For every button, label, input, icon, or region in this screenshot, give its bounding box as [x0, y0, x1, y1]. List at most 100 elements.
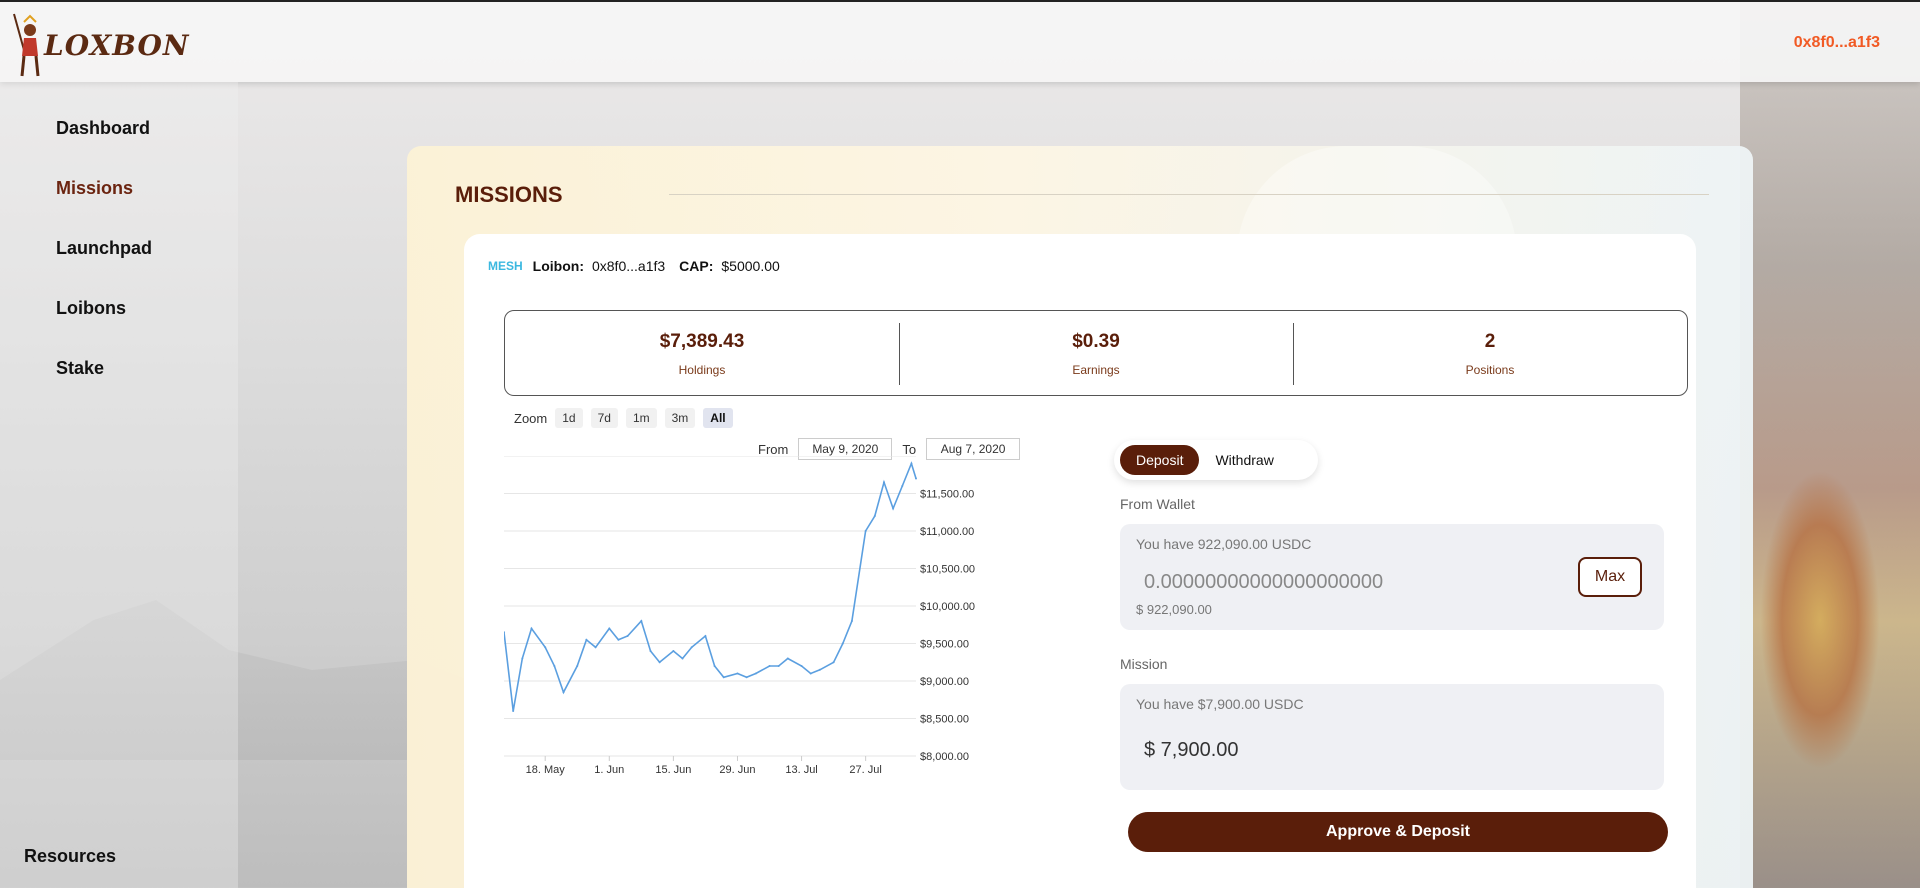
tab-withdraw[interactable]: Withdraw [1199, 445, 1289, 475]
price-data-point [626, 635, 629, 637]
zoom-1m-button[interactable]: 1m [625, 408, 657, 428]
price-data-point [915, 477, 917, 480]
price-data-point [649, 650, 652, 652]
deposit-withdraw-tabs: Deposit Withdraw [1114, 440, 1318, 480]
sidebar-item-resources[interactable]: Resources [24, 846, 116, 867]
x-tick-label: 15. Jun [655, 764, 691, 776]
price-data-point [713, 665, 716, 667]
price-data-point [809, 672, 812, 675]
sidebar-item-dashboard[interactable]: Dashboard [56, 118, 150, 139]
background-figure-detail [1760, 470, 1880, 770]
zoom-controls: Zoom 1d 7d 1m 3m All [514, 408, 733, 428]
price-data-point [841, 642, 844, 645]
top-header: LOXBON 0x8f0...a1f3 [0, 0, 1920, 82]
y-tick-label: $11,500.00 [920, 489, 974, 501]
price-data-point [864, 530, 867, 532]
sidebar-item-missions[interactable]: Missions [56, 178, 133, 199]
mission-amount-field[interactable] [1136, 734, 1576, 766]
mission-info-row: MESH Loibon: 0x8f0...a1f3 CAP: $5000.00 [488, 258, 794, 274]
mesh-badge: MESH [488, 259, 523, 273]
x-tick-label: 27. Jul [849, 764, 881, 776]
price-data-point [681, 657, 684, 660]
sidebar-item-loibons[interactable]: Loibons [56, 298, 126, 319]
price-data-point [608, 627, 611, 630]
price-data-point [786, 657, 789, 660]
x-tick-label: 29. Jun [719, 764, 755, 776]
earnings-value: $0.39 [1072, 331, 1120, 352]
x-tick-label: 18. May [526, 764, 566, 776]
wallet-balance-text: You have 922,090.00 USDC [1136, 536, 1312, 552]
zoom-3m-button[interactable]: 3m [664, 408, 696, 428]
max-button[interactable]: Max [1578, 557, 1642, 597]
positions-value: 2 [1484, 331, 1496, 352]
missions-card: MISSIONS MESH Loibon: 0x8f0...a1f3 CAP: … [407, 146, 1753, 888]
from-label: From [758, 441, 789, 457]
price-data-point [754, 672, 757, 675]
stat-earnings: $0.39 Earnings [899, 311, 1293, 395]
cap-value: $5000.00 [721, 258, 780, 274]
price-data-point [892, 507, 895, 510]
cap-label: CAP: [679, 258, 714, 274]
from-wallet-panel: You have 922,090.00 USDC $ 922,090.00 Ma… [1120, 524, 1664, 630]
price-data-point [530, 627, 533, 630]
zoom-all-button[interactable]: All [703, 408, 733, 428]
sidebar-item-stake[interactable]: Stake [56, 358, 104, 379]
price-data-point [882, 481, 885, 484]
price-data-point [745, 676, 748, 679]
stats-box: $7,389.43 Holdings $0.39 Earnings 2 Posi… [504, 310, 1688, 396]
stat-positions: 2 Positions [1293, 311, 1687, 395]
price-data-point [722, 676, 725, 679]
price-data-point [850, 620, 853, 622]
holdings-label: Holdings [678, 363, 726, 377]
zoom-7d-button[interactable]: 7d [590, 408, 618, 428]
zoom-1d-button[interactable]: 1d [555, 408, 583, 428]
price-data-point [704, 635, 707, 637]
price-series-line [504, 461, 917, 712]
y-tick-label: $10,000.00 [920, 601, 975, 613]
price-data-point [658, 661, 661, 664]
warrior-icon [13, 13, 40, 77]
price-data-point [672, 650, 675, 652]
y-tick-label: $9,500.00 [920, 639, 969, 651]
price-data-point [617, 638, 620, 641]
price-data-point [553, 665, 556, 667]
price-data-point [690, 646, 693, 649]
price-data-point [562, 691, 565, 694]
x-tick-label: 13. Jul [785, 764, 817, 776]
wallet-address-button[interactable]: 0x8f0...a1f3 [1794, 34, 1880, 52]
wallet-usd-value: $ 922,090.00 [1136, 602, 1212, 617]
stat-holdings: $7,389.43 Holdings [505, 311, 899, 395]
mission-panel: You have $7,900.00 USDC [1120, 684, 1664, 790]
price-data-point [832, 661, 835, 664]
positions-label: Positions [1465, 363, 1515, 377]
price-data-point [512, 710, 515, 712]
price-data-point [576, 665, 579, 667]
price-data-point [873, 515, 876, 517]
holdings-value: $7,389.43 [659, 331, 745, 352]
price-data-point [640, 620, 643, 622]
logo[interactable]: LOXBON [10, 10, 189, 80]
deposit-amount-input[interactable] [1136, 566, 1576, 598]
mission-detail-card: MESH Loibon: 0x8f0...a1f3 CAP: $5000.00 … [464, 234, 1696, 888]
sidebar-item-launchpad[interactable]: Launchpad [56, 238, 152, 259]
mission-balance-text: You have $7,900.00 USDC [1136, 696, 1304, 712]
loibon-label: Loibon: [532, 258, 584, 274]
approve-deposit-button[interactable]: Approve & Deposit [1128, 812, 1668, 852]
from-wallet-label: From Wallet [1120, 496, 1195, 512]
price-data-point [585, 638, 588, 641]
price-data-point [910, 462, 913, 465]
x-tick-label: 1. Jun [594, 764, 624, 776]
price-data-point [736, 672, 739, 675]
price-data-point [901, 485, 904, 487]
price-data-point [768, 665, 771, 667]
y-tick-label: $11,000.00 [920, 526, 974, 538]
price-data-point [521, 657, 524, 660]
sidebar: Dashboard Missions Launchpad Loibons Sta… [0, 82, 238, 888]
title-divider [669, 194, 1709, 195]
price-data-point [818, 668, 821, 671]
y-tick-label: $8,500.00 [920, 714, 969, 726]
tab-deposit[interactable]: Deposit [1120, 445, 1200, 475]
earnings-label: Earnings [1072, 363, 1120, 377]
price-chart[interactable]: $8,000.00 $8,500.00 $9,000.00 $9,500.00 $10,… [504, 456, 1064, 888]
price-data-point [594, 646, 597, 649]
